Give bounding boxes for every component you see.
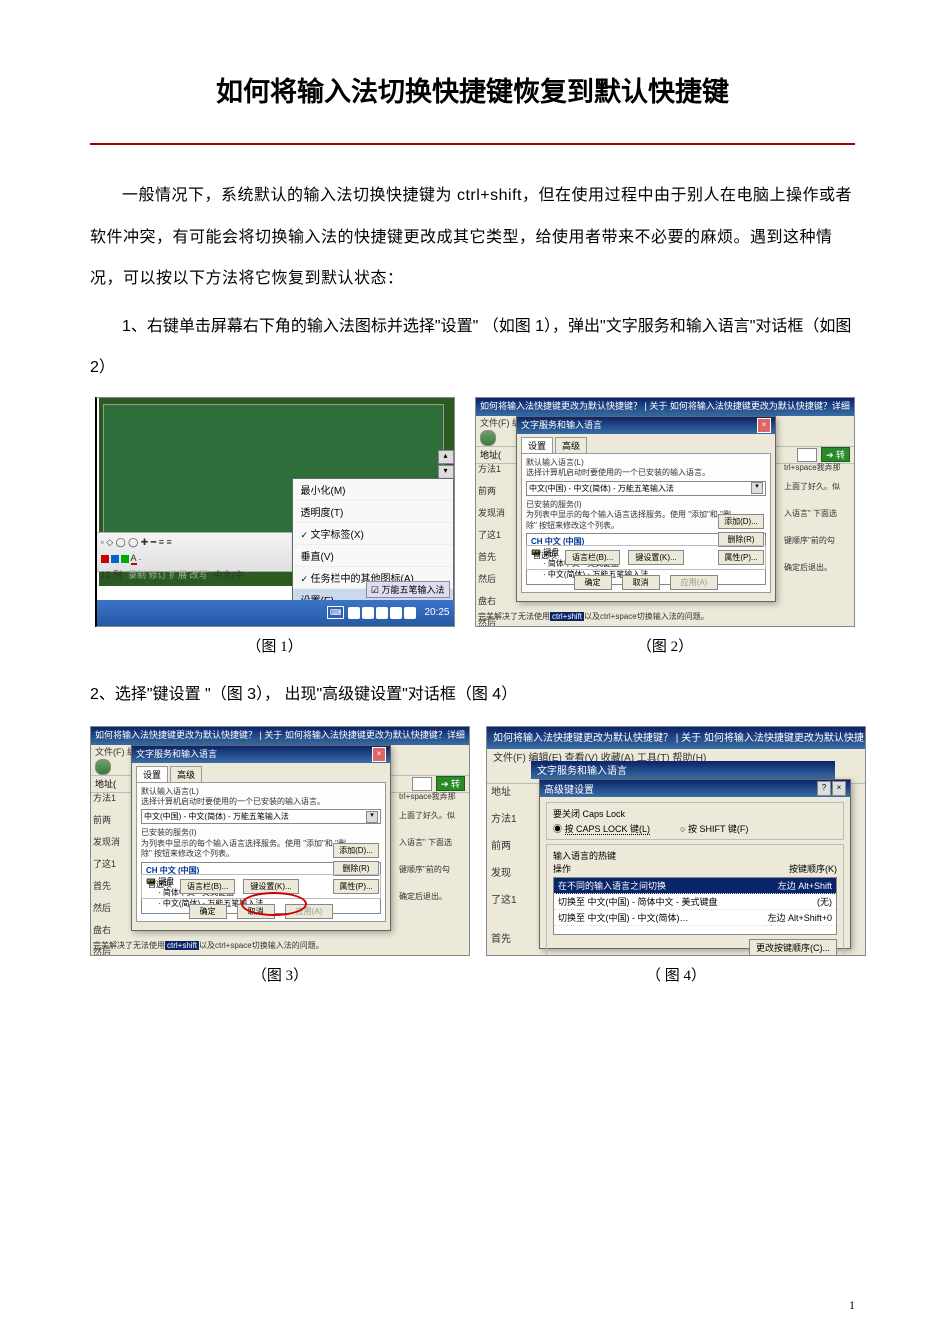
- apply-button[interactable]: 应用(A): [670, 575, 719, 590]
- page-number: 1: [849, 1298, 855, 1313]
- figure-row-2: 如何将输入法快捷键更改为默认快捷键？ | 关于 如何将输入法快捷键更改为默认快捷…: [90, 726, 855, 985]
- step-1: 1、右键单击屏幕右下角的输入法图标并选择"设置" （如图 1），弹出"文字服务和…: [90, 306, 855, 389]
- flag-icon: [797, 448, 817, 462]
- add-button[interactable]: 添加(D)...: [718, 514, 764, 529]
- cancel-button[interactable]: 取消: [237, 904, 275, 919]
- page-text-left: 地址方法1前两 发现了这1 首先: [491, 783, 527, 945]
- text-services-titlebar: 文字服务和输入语言: [531, 761, 835, 779]
- help-icon[interactable]: ?: [817, 781, 831, 796]
- hotkey-list[interactable]: 在不同的输入语言之间切换左边 Alt+Shift 切换至 中文(中国) - 简体…: [553, 877, 837, 935]
- page-text-right: trl+space我弄那上面了好久。似 入语言" 下面选键顺序"前的勾 确定后退…: [784, 462, 852, 573]
- preferences-group: 首选项 语言栏(B)... 键设置(K)...: [526, 545, 766, 570]
- list-item: 在不同的输入语言之间切换左边 Alt+Shift: [554, 878, 836, 894]
- advanced-key-settings-dialog: 高级键设置 ?× 要关闭 Caps Lock ◉ 按 CAPS LOCK 键(L…: [539, 779, 851, 949]
- tab-settings[interactable]: 设置: [521, 437, 553, 453]
- radio-shift[interactable]: ○ 按 SHIFT 键(F): [680, 822, 748, 835]
- flag-icon: [412, 777, 432, 791]
- ime-toolbar-label[interactable]: ☑ 万能五笔输入法: [366, 581, 450, 598]
- caption-2: （图 2）: [637, 635, 693, 656]
- language-indicator[interactable]: ⌨: [327, 606, 345, 619]
- figure-4: 如何将输入法快捷键更改为默认快捷键？ | 关于 如何将输入法快捷键更改为默认快捷…: [486, 726, 866, 956]
- list-item: 切换至 中文(中国) - 中文(简体)…左边 Alt+Shift+0: [554, 910, 836, 926]
- default-lang-label: 默认输入语言(L) 选择计算机启动时要使用的一个已安装的输入语言。: [526, 458, 766, 479]
- cancel-button[interactable]: 取消: [622, 575, 660, 590]
- figure-row-1: ▴▾□ ▫ ◇ ◯ ◯ ✚ ━ ≡ ≡ A · 12 列 录制 修订 扩展 改写…: [90, 397, 855, 656]
- tab-settings[interactable]: 设置: [136, 766, 168, 782]
- ie-titlebar: 如何将输入法快捷键更改为默认快捷键？ | 关于 如何将输入法快捷键更改为默认快捷…: [476, 398, 854, 416]
- dialog-title: 高级键设置: [544, 781, 594, 796]
- figure-2: 如何将输入法快捷键更改为默认快捷键？ | 关于 如何将输入法快捷键更改为默认快捷…: [475, 397, 855, 627]
- caption-3: （图 3）: [252, 964, 308, 985]
- hotkeys-group: 输入语言的热键 操作按键顺序(K) 在不同的输入语言之间切换左边 Alt+Shi…: [546, 844, 844, 956]
- dialog-title: 文字服务和输入语言: [521, 418, 602, 433]
- default-lang-combo[interactable]: 中文(中国) - 中文(简体) - 万能五笔输入法▾: [141, 809, 381, 824]
- close-icon[interactable]: ×: [757, 418, 771, 433]
- menu-text-labels[interactable]: 文字标签(X): [293, 523, 453, 545]
- back-icon[interactable]: [95, 759, 111, 775]
- key-settings-button[interactable]: 键设置(K)...: [243, 879, 298, 894]
- windows-taskbar: ⌨ 20:25: [97, 600, 454, 626]
- footer-text: 完美解决了无法使用ctrl+shift以及ctrl+space切换输入法的问题。: [478, 611, 852, 622]
- document-page: 如何将输入法切换快捷键恢复到默认快捷键 一般情况下，系统默认的输入法切换快捷键为…: [0, 0, 945, 1337]
- text-services-dialog: 文字服务和输入语言× 设置 高级 默认输入语言(L) 选择计算机启动时要使用的一…: [131, 745, 391, 931]
- apply-button[interactable]: 应用(A): [285, 904, 334, 919]
- capslock-group: 要关闭 Caps Lock ◉ 按 CAPS LOCK 键(L) ○ 按 SHI…: [546, 802, 844, 840]
- menu-transparency[interactable]: 透明度(T): [293, 501, 453, 523]
- menu-minimize[interactable]: 最小化(M): [293, 479, 453, 501]
- language-bar-button[interactable]: 语言栏(B)...: [180, 879, 235, 894]
- add-button[interactable]: 添加(D)...: [333, 843, 379, 858]
- divider: [90, 143, 855, 145]
- ok-button[interactable]: 确定: [574, 575, 612, 590]
- page-title: 如何将输入法切换快捷键恢复到默认快捷键: [90, 70, 855, 109]
- ie-titlebar: 如何将输入法快捷键更改为默认快捷键？ | 关于 如何将输入法快捷键更改为默认快捷: [487, 727, 865, 749]
- list-item: 切换至 中文(中国) - 简体中文 - 美式键盘(无): [554, 894, 836, 910]
- taskbar-clock: 20:25: [424, 607, 449, 618]
- ok-button[interactable]: 确定: [189, 904, 227, 919]
- text-services-dialog: 文字服务和输入语言 × 设置 高级 默认输入语言(L) 选择计算机启动时要使用的一…: [516, 416, 776, 602]
- language-bar-button[interactable]: 语言栏(B)...: [565, 550, 620, 565]
- step-2: 2、选择"键设置 "（图 3）， 出现"高级键设置"对话框（图 4）: [90, 674, 855, 716]
- caption-4: （ 图 4）: [646, 964, 706, 985]
- key-settings-button[interactable]: 键设置(K)...: [628, 550, 683, 565]
- page-text-left: 方法1前两发现消 了这1首先然后 盘右然后再次: [478, 462, 512, 606]
- tab-advanced[interactable]: 高级: [555, 437, 587, 453]
- default-lang-combo[interactable]: 中文(中国) - 中文(简体) - 万能五笔输入法▾: [526, 481, 766, 496]
- change-key-sequence-button[interactable]: 更改按键顺序(C)...: [749, 939, 837, 956]
- close-icon[interactable]: ×: [832, 781, 846, 796]
- intro-paragraph: 一般情况下，系统默认的输入法切换快捷键为 ctrl+shift，但在使用过程中由…: [90, 175, 855, 300]
- figure-3: 如何将输入法快捷键更改为默认快捷键？ | 关于 如何将输入法快捷键更改为默认快捷…: [90, 726, 470, 956]
- system-tray: [348, 607, 416, 619]
- tab-advanced[interactable]: 高级: [170, 766, 202, 782]
- close-icon[interactable]: ×: [372, 747, 386, 762]
- caption-1: （图 1）: [246, 635, 302, 656]
- go-button[interactable]: ➔ 转: [821, 447, 850, 462]
- chevron-down-icon[interactable]: ▾: [366, 811, 378, 823]
- addr-label: 地址(: [480, 448, 501, 461]
- go-button[interactable]: ➔ 转: [436, 776, 465, 791]
- chevron-down-icon[interactable]: ▾: [751, 482, 763, 494]
- figure-1: ▴▾□ ▫ ◇ ◯ ◯ ✚ ━ ≡ ≡ A · 12 列 录制 修订 扩展 改写…: [95, 397, 455, 627]
- menu-vertical[interactable]: 垂直(V): [293, 545, 453, 567]
- back-icon[interactable]: [480, 430, 496, 446]
- radio-capslock[interactable]: ◉ 按 CAPS LOCK 键(L): [553, 822, 650, 835]
